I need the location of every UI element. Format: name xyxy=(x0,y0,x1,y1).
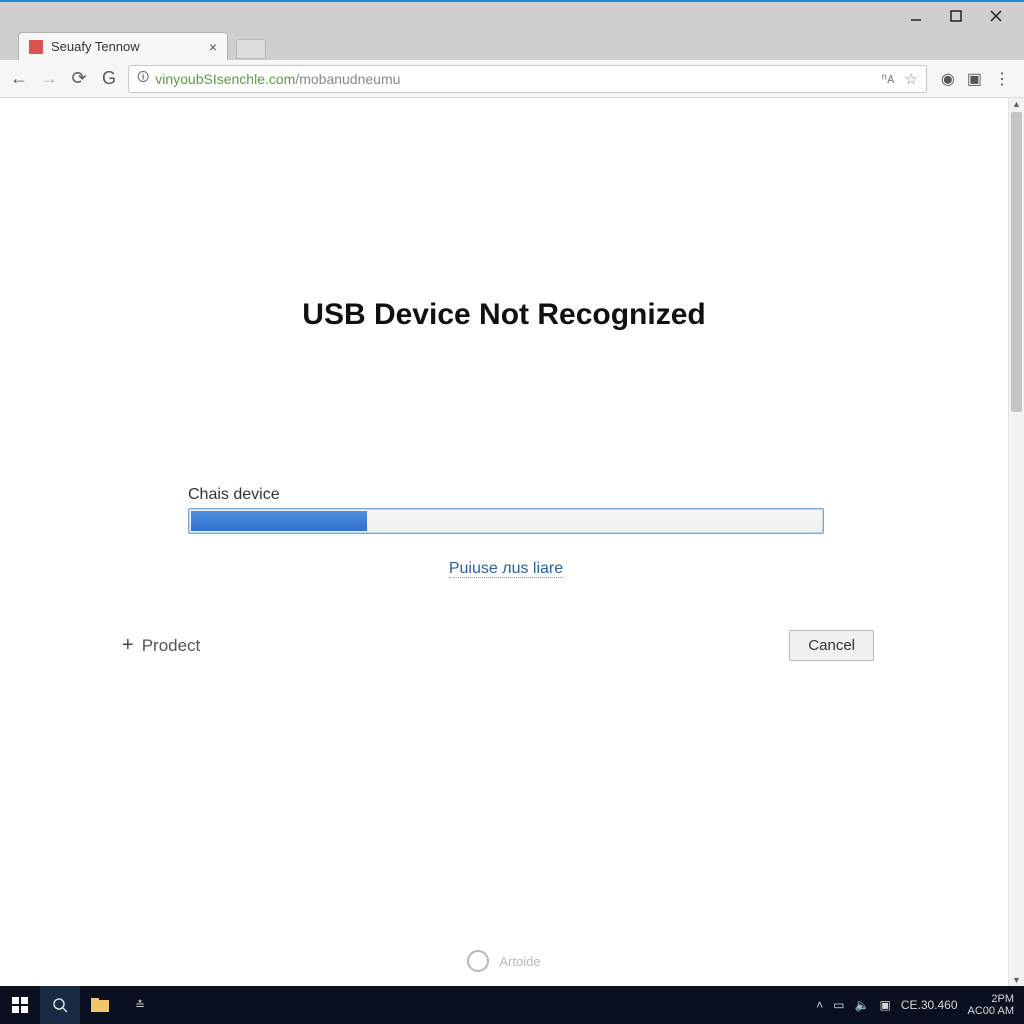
plus-icon: + xyxy=(122,634,134,657)
clock-line2: AC00 AM xyxy=(968,1005,1014,1017)
url-host: vinyoubSIsenchle.com xyxy=(155,71,295,87)
browser-toolbar: ← → ⟳ G 🛈 vinyoubSIsenchle.com/mobanudne… xyxy=(0,60,1024,98)
cancel-button[interactable]: Cancel xyxy=(789,630,874,661)
bookmark-icon[interactable]: ☆ xyxy=(904,70,917,88)
extensions-icon[interactable]: ▣ xyxy=(967,69,982,89)
scroll-down-arrow[interactable]: ▼ xyxy=(1009,975,1024,985)
tab-favicon xyxy=(29,40,43,54)
tray-network-icon[interactable]: ▭ xyxy=(833,998,844,1012)
close-tab-icon[interactable]: × xyxy=(209,39,217,55)
progress-bar xyxy=(188,508,824,534)
url-path: /mobanudneumu xyxy=(295,71,400,87)
scroll-up-arrow[interactable]: ▲ xyxy=(1009,99,1024,109)
new-tab-button[interactable] xyxy=(236,39,266,59)
device-field-label: Chais device xyxy=(188,486,824,504)
close-window-button[interactable] xyxy=(976,3,1016,29)
url-text: vinyoubSIsenchle.com/mobanudneumu xyxy=(155,71,875,87)
back-button[interactable]: ← xyxy=(8,68,30,89)
maximize-button[interactable] xyxy=(936,3,976,29)
clock-line1: 2PM xyxy=(968,993,1014,1005)
reload-button[interactable]: ⟳ xyxy=(68,68,90,89)
pause-link[interactable]: Puiuse лus liare xyxy=(449,560,563,578)
loading-indicator: Artoide xyxy=(0,950,1008,972)
window-titlebar xyxy=(0,0,1024,30)
address-bar[interactable]: 🛈 vinyoubSIsenchle.com/mobanudneumu ⁿᴀ ☆ xyxy=(128,65,927,93)
progress-fill xyxy=(191,511,367,531)
profile-icon[interactable]: ◉ xyxy=(941,69,955,89)
add-product-button[interactable]: + Prodect xyxy=(122,634,200,657)
search-taskbar-button[interactable] xyxy=(40,986,80,1024)
site-info-icon[interactable]: 🛈 xyxy=(137,68,149,89)
spinner-icon xyxy=(467,950,489,972)
add-product-label: Prodect xyxy=(142,636,201,656)
minimize-button[interactable] xyxy=(896,3,936,29)
home-button[interactable]: G xyxy=(98,68,120,89)
app-taskbar-icon[interactable]: ≛ xyxy=(120,986,160,1024)
tray-battery-icon[interactable]: ▣ xyxy=(879,998,890,1012)
file-explorer-taskbar-icon[interactable] xyxy=(80,986,120,1024)
forward-button[interactable]: → xyxy=(38,68,60,89)
device-form: Chais device Puiuse лus liare xyxy=(188,486,824,578)
translate-icon[interactable]: ⁿᴀ xyxy=(882,70,895,88)
scrollbar-thumb[interactable] xyxy=(1011,112,1022,412)
vertical-scrollbar[interactable]: ▲ ▼ xyxy=(1008,98,1024,986)
tray-chevron-icon[interactable]: ˄ xyxy=(816,998,823,1012)
tab-strip: Seuafy Tennow × xyxy=(0,30,1024,60)
menu-icon[interactable]: ⋮ xyxy=(994,69,1010,89)
tray-volume-icon[interactable]: 🔈 xyxy=(855,998,870,1012)
tray-text: CE.30.460 xyxy=(901,998,958,1012)
action-row: + Prodect Cancel xyxy=(122,630,874,661)
spinner-label: Artoide xyxy=(499,954,540,969)
page-viewport: USB Device Not Recognized Chais device P… xyxy=(0,98,1024,986)
taskbar: ≛ ˄ ▭ 🔈 ▣ CE.30.460 2PM AC00 AM xyxy=(0,986,1024,1024)
browser-tab[interactable]: Seuafy Tennow × xyxy=(18,32,228,60)
start-button[interactable] xyxy=(0,986,40,1024)
page-heading: USB Device Not Recognized xyxy=(0,298,1008,332)
taskbar-clock[interactable]: 2PM AC00 AM xyxy=(968,993,1014,1017)
tab-title: Seuafy Tennow xyxy=(51,39,140,54)
